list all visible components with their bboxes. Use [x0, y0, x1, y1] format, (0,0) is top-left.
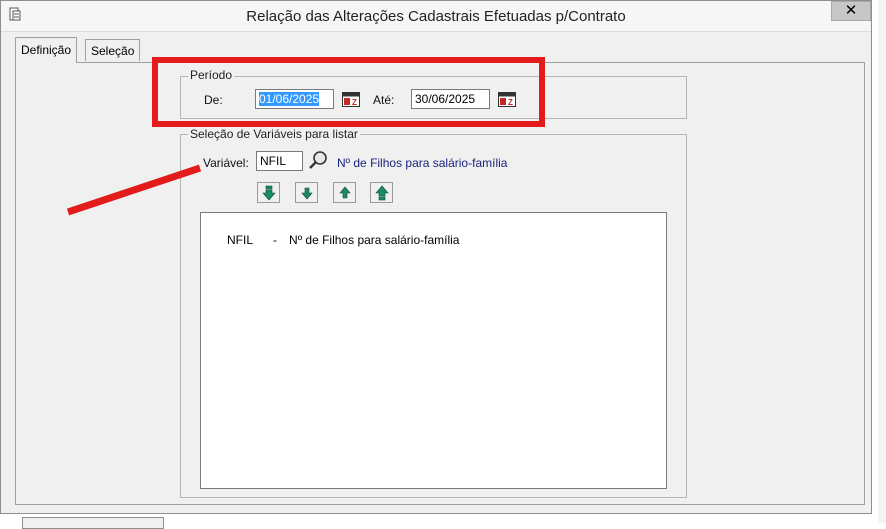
annotation-arrow-line	[66, 164, 202, 216]
list-item-code: NFIL	[227, 233, 254, 247]
window-title: Relação das Alterações Cadastrais Efetua…	[246, 8, 626, 25]
variables-listbox[interactable]: NFIL - Nº de Filhos para salário-família	[200, 212, 667, 489]
close-button[interactable]: ✕	[831, 1, 871, 21]
tab-selecao[interactable]: Seleção	[85, 39, 141, 61]
title-bar[interactable]: Relação das Alterações Cadastrais Efetua…	[1, 1, 871, 32]
list-item-separator: -	[273, 233, 278, 247]
arrow-down-icon	[301, 187, 313, 200]
annotation-highlight-box	[152, 57, 545, 127]
tab-definicao[interactable]: Definição	[15, 37, 78, 63]
double-arrow-up-icon	[375, 185, 389, 201]
selecao-variaveis-title: Seleção de Variáveis para listar	[188, 127, 360, 141]
double-arrow-down-icon	[262, 185, 276, 201]
move-all-down-button[interactable]	[257, 182, 280, 203]
list-item[interactable]: NFIL - Nº de Filhos para salário-família	[207, 219, 459, 261]
variavel-description: Nº de Filhos para salário-família	[337, 156, 508, 170]
move-down-button[interactable]	[295, 182, 318, 203]
scrollbar[interactable]	[878, 0, 886, 523]
magnifier-icon[interactable]	[308, 150, 330, 170]
move-up-button[interactable]	[333, 182, 356, 203]
list-item-description: Nº de Filhos para salário-família	[289, 233, 460, 247]
arrow-up-icon	[339, 186, 351, 199]
background-window-edge	[22, 517, 164, 529]
variavel-input[interactable]: NFIL	[256, 151, 303, 171]
move-all-up-button[interactable]	[370, 182, 393, 203]
